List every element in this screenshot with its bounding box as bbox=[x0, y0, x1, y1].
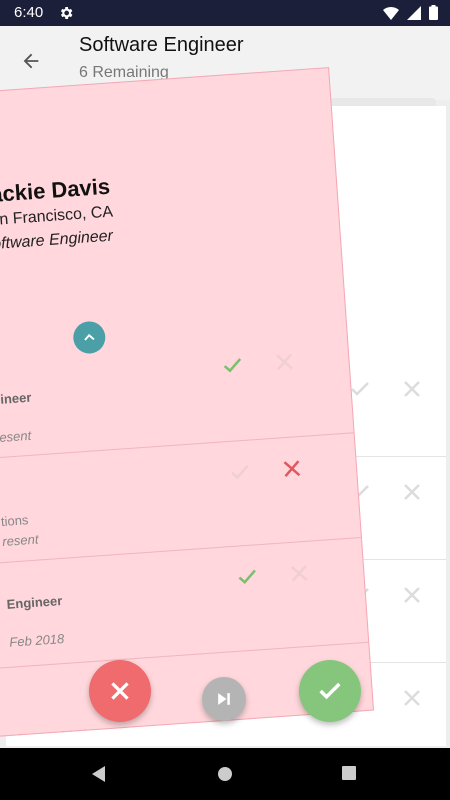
reject-button[interactable] bbox=[89, 660, 151, 722]
approve-check-icon[interactable] bbox=[220, 353, 246, 379]
experience-dates: resent bbox=[0, 427, 32, 446]
chevron-up-icon bbox=[84, 333, 95, 341]
wifi-icon bbox=[383, 6, 399, 20]
back-button[interactable] bbox=[14, 44, 48, 78]
approve-check-icon[interactable] bbox=[235, 564, 261, 590]
reject-x-icon[interactable] bbox=[279, 456, 305, 482]
settings-gear-icon bbox=[60, 7, 73, 19]
experience-dates: Feb 2018 bbox=[8, 630, 65, 650]
status-time: 6:40 bbox=[14, 4, 44, 21]
reject-x-icon[interactable] bbox=[400, 377, 424, 401]
collapse-button[interactable] bbox=[72, 320, 107, 355]
arrow-back-icon bbox=[23, 53, 39, 69]
reject-x-icon[interactable] bbox=[272, 349, 298, 375]
page-title: Software Engineer bbox=[79, 34, 244, 56]
back-triangle-icon[interactable] bbox=[90, 765, 108, 783]
reject-x-icon[interactable] bbox=[400, 583, 424, 607]
experience-dates: resent bbox=[1, 531, 39, 550]
candidate-name: Jackie Davis bbox=[0, 173, 111, 208]
recents-square-icon[interactable] bbox=[341, 765, 357, 781]
reject-x-icon[interactable] bbox=[400, 480, 424, 504]
check-icon bbox=[319, 682, 341, 700]
signal-icon bbox=[407, 5, 421, 20]
status-bar: 6:40 bbox=[0, 0, 450, 26]
candidate-card[interactable]: Jackie Davis San Francisco, CA Software … bbox=[0, 67, 375, 739]
system-nav-bar bbox=[0, 748, 450, 800]
reject-x-icon[interactable] bbox=[400, 686, 424, 710]
candidate-location: San Francisco, CA bbox=[0, 203, 114, 230]
experience-title: Engineer bbox=[6, 593, 63, 612]
candidate-job-title: Software Engineer bbox=[0, 227, 114, 254]
home-circle-icon[interactable] bbox=[216, 765, 234, 783]
approve-check-icon[interactable] bbox=[227, 459, 253, 485]
close-icon bbox=[111, 682, 129, 700]
experience-role: tions bbox=[0, 512, 29, 530]
accept-button[interactable] bbox=[299, 660, 361, 722]
experience-title: gineer bbox=[0, 389, 32, 408]
status-icons bbox=[383, 5, 438, 20]
skip-next-icon bbox=[218, 693, 230, 705]
battery-icon bbox=[429, 5, 438, 20]
reject-x-icon[interactable] bbox=[286, 561, 312, 587]
skip-button[interactable] bbox=[202, 677, 246, 721]
